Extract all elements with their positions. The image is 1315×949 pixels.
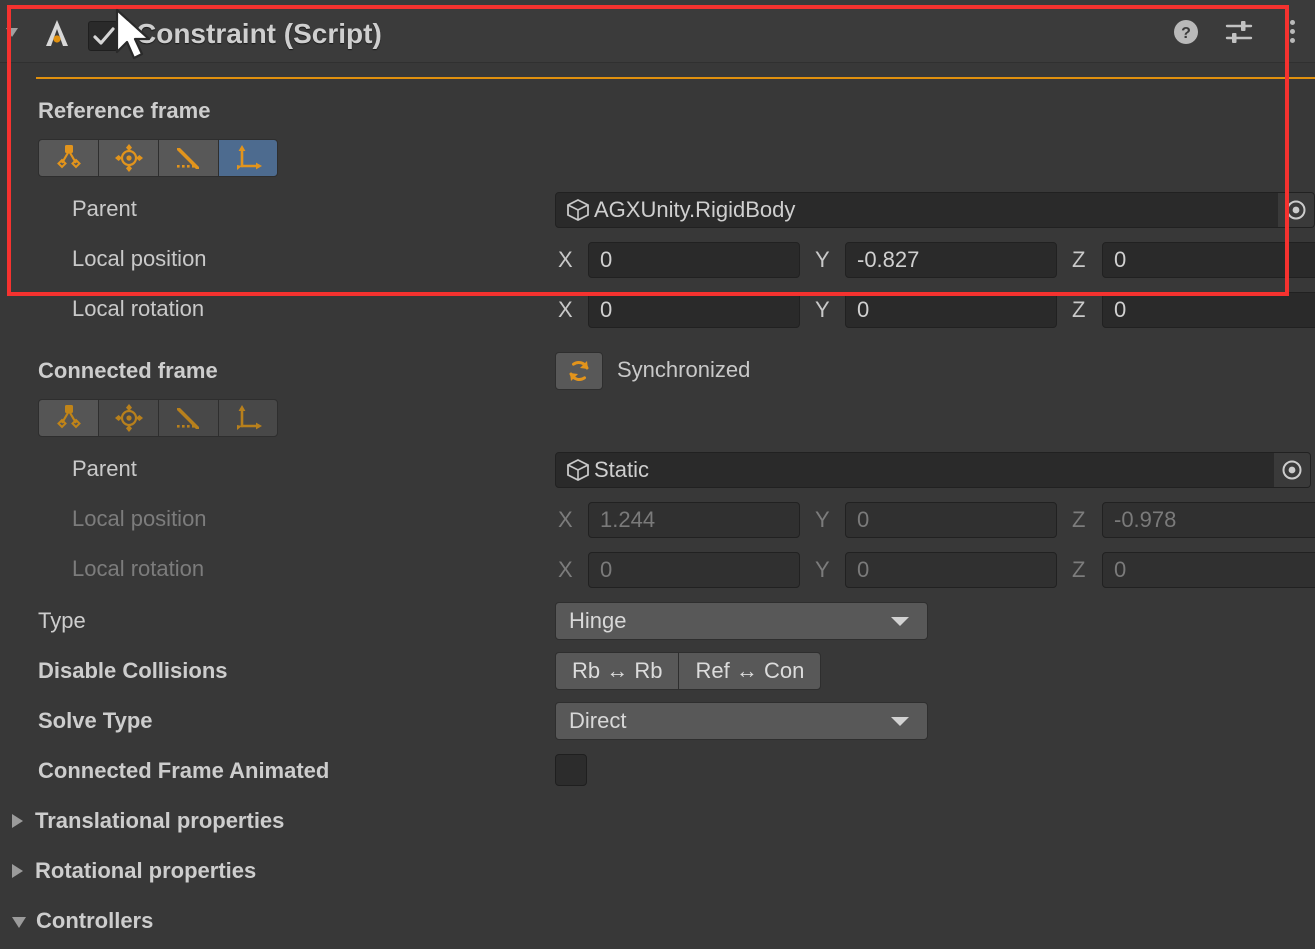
axis-label-z: Z: [1072, 247, 1086, 272]
foldout-label: Controllers: [36, 908, 154, 933]
axis-label-x: X: [558, 557, 573, 582]
find-edge-tool-icon: [176, 148, 199, 169]
reference-frame-section-title: Reference frame: [38, 98, 211, 123]
axis-label-y: Y: [815, 557, 830, 582]
transform-axes-tool-icon-button[interactable]: [218, 139, 278, 177]
axis-label-z: Z: [1072, 297, 1086, 322]
presets-sliders-icon[interactable]: [1224, 18, 1254, 46]
help-icon[interactable]: ?: [1172, 18, 1200, 46]
axis-label-y: Y: [815, 297, 830, 322]
connected-local-rotation-z: 0: [1102, 552, 1315, 588]
reference-local-position-y[interactable]: -0.827: [845, 242, 1057, 278]
connected-frame-animated-checkbox[interactable]: [555, 754, 587, 786]
chevron-down-icon: [891, 616, 909, 626]
chevron-down-icon: [12, 917, 26, 928]
solve-type-dropdown[interactable]: Direct: [555, 702, 928, 740]
axis-label-z: Z: [1072, 507, 1086, 532]
frame-tool-icon: [56, 405, 81, 429]
axis-label-y: Y: [815, 247, 830, 272]
type-dropdown[interactable]: Hinge: [555, 602, 928, 640]
type-label: Type: [38, 608, 86, 633]
agx-logo-icon: [46, 20, 68, 46]
component-header[interactable]: Constraint (Script) ?: [0, 0, 1315, 63]
chevron-down-icon: [891, 716, 909, 726]
kebab-menu-icon[interactable]: [1290, 20, 1295, 47]
foldout-label: Rotational properties: [35, 858, 257, 883]
synchronized-label: Synchronized: [617, 357, 751, 382]
disable-collisions-ref-con-button[interactable]: Ref ↔ Con: [678, 652, 822, 690]
reference-parent-field[interactable]: AGXUnity.RigidBody: [555, 192, 1315, 228]
disable-collisions-rb-rb-button[interactable]: Rb ↔ Rb: [555, 652, 679, 690]
frame-tool-icon-button[interactable]: [38, 399, 98, 437]
solve-type-label: Solve Type: [38, 708, 153, 733]
sync-refresh-icon: [569, 361, 589, 381]
connected-frame-section-title: Connected frame: [38, 358, 218, 383]
transform-axes-tool-icon: [237, 145, 262, 170]
solve-type-value: Direct: [569, 708, 627, 733]
connected-frame-animated-label: Connected Frame Animated: [38, 758, 330, 783]
disable-collisions-label: Disable Collisions: [38, 658, 228, 683]
svg-text:?: ?: [1181, 25, 1191, 42]
page-title: Constraint (Script): [136, 18, 382, 49]
find-point-tool-icon: [114, 404, 143, 432]
connected-frame-toolbar[interactable]: [38, 399, 278, 437]
disable-collisions-toggle-group[interactable]: Rb ↔ Rb Ref ↔ Con: [555, 652, 822, 690]
type-value: Hinge: [569, 608, 627, 633]
connected-parent-field[interactable]: Static: [555, 452, 1311, 488]
connected-parent-label: Parent: [72, 456, 137, 481]
axis-label-y: Y: [815, 507, 830, 532]
chevron-down-icon[interactable]: [6, 28, 18, 37]
reference-local-rotation-y[interactable]: 0: [845, 292, 1057, 328]
chevron-right-icon: [12, 814, 23, 828]
transform-axes-tool-icon: [237, 405, 262, 430]
axis-label-x: X: [558, 247, 573, 272]
reference-local-position-label: Local position: [72, 246, 207, 271]
reference-parent-label: Parent: [72, 196, 137, 221]
foldout-controllers[interactable]: Controllers: [12, 908, 153, 934]
checkmark-icon: [93, 27, 115, 45]
connected-local-position-y: 0: [845, 502, 1057, 538]
reference-local-position-z[interactable]: 0: [1102, 242, 1315, 278]
synchronized-toggle-button[interactable]: [555, 352, 603, 390]
connected-local-rotation-y: 0: [845, 552, 1057, 588]
connected-local-rotation-x: 0: [588, 552, 800, 588]
reference-frame-toolbar[interactable]: [38, 139, 278, 177]
connected-local-position-z: -0.978: [1102, 502, 1315, 538]
object-picker-glyph: [1282, 460, 1302, 480]
find-edge-tool-icon-button[interactable]: [158, 399, 218, 437]
accent-separator: [36, 77, 1315, 79]
connected-local-position-label: Local position: [72, 506, 207, 531]
prefab-cube-icon: [567, 198, 589, 222]
reference-parent-value: AGXUnity.RigidBody: [594, 197, 796, 222]
find-edge-tool-icon: [176, 408, 199, 429]
connected-local-rotation-label: Local rotation: [72, 556, 205, 581]
prefab-cube-icon: [567, 458, 589, 482]
object-picker-icon[interactable]: [1274, 453, 1310, 487]
foldout-rotational-properties[interactable]: Rotational properties: [12, 858, 256, 884]
component-enabled-checkbox[interactable]: [88, 21, 118, 51]
object-picker-glyph: [1286, 200, 1306, 220]
find-point-tool-icon: [114, 144, 143, 172]
find-edge-tool-icon-button[interactable]: [158, 139, 218, 177]
frame-tool-icon: [56, 145, 81, 169]
reference-local-rotation-z[interactable]: 0: [1102, 292, 1315, 328]
chevron-right-icon: [12, 864, 23, 878]
reference-local-position-x[interactable]: 0: [588, 242, 800, 278]
axis-label-x: X: [558, 297, 573, 322]
axis-label-x: X: [558, 507, 573, 532]
unity-inspector-constraint-panel: Constraint (Script) ? Reference frame Pa…: [0, 0, 1315, 949]
find-point-tool-icon-button[interactable]: [98, 399, 158, 437]
transform-axes-tool-icon-button[interactable]: [218, 399, 278, 437]
foldout-translational-properties[interactable]: Translational properties: [12, 808, 284, 834]
connected-parent-value: Static: [594, 457, 650, 482]
axis-label-z: Z: [1072, 557, 1086, 582]
reference-local-rotation-x[interactable]: 0: [588, 292, 800, 328]
foldout-label: Translational properties: [35, 808, 285, 833]
reference-local-rotation-label: Local rotation: [72, 296, 205, 321]
connected-local-position-x: 1.244: [588, 502, 800, 538]
object-picker-icon[interactable]: [1278, 193, 1314, 227]
find-point-tool-icon-button[interactable]: [98, 139, 158, 177]
frame-tool-icon-button[interactable]: [38, 139, 98, 177]
